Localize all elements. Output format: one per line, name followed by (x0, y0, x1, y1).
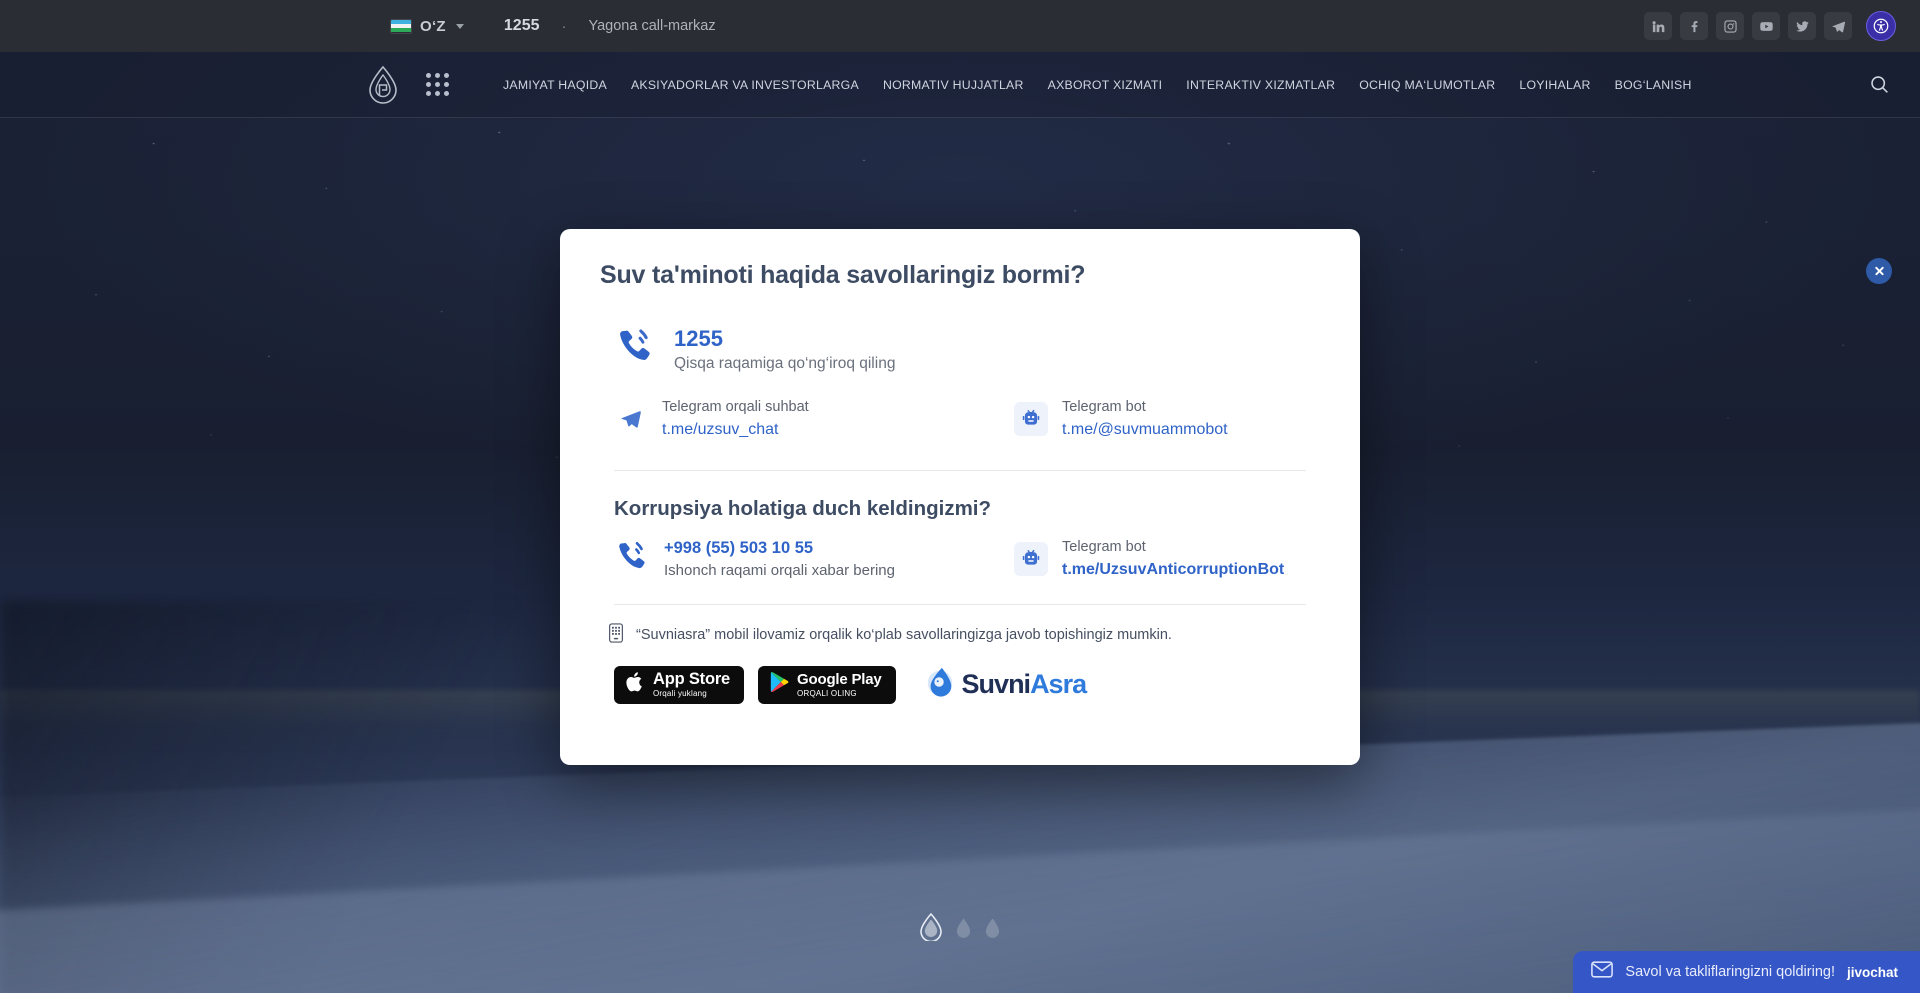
envelope-icon (1591, 961, 1614, 983)
chat-widget-brand: jivochat (1846, 964, 1898, 980)
corruption-phone-subtitle: Ishonch raqami orqali xabar bering (664, 562, 895, 580)
modal-divider-2 (614, 603, 1306, 605)
contact-row-label: Telegram orqali suhbat (662, 399, 809, 415)
hotline-number[interactable]: 1255 (674, 326, 895, 351)
corruption-phone-row[interactable]: +998 (55) 503 10 55 Ishonch raqami orqal… (614, 539, 1014, 580)
phone-ring-icon (614, 326, 656, 373)
app-store-label: App Store (653, 669, 731, 688)
app-store-badge[interactable]: App Store Orqali yuklang (614, 665, 745, 704)
brand-text-part2: Asra (1030, 669, 1087, 700)
google-play-icon (769, 671, 789, 698)
contact-row-link[interactable]: t.me/@suvmuammobot (1062, 420, 1228, 439)
contact-row-link[interactable]: t.me/uzsuv_chat (662, 420, 809, 439)
chat-widget-text: Savol va takliflaringizni qoldiring! (1625, 964, 1835, 980)
hotline-block: 1255 Qisqa raqamiga qo‘ng‘iroq qiling (600, 326, 1320, 373)
phone-ring-icon (614, 539, 650, 580)
modal-divider-1 (614, 469, 1306, 471)
telegram-bot-icon (1014, 542, 1048, 577)
contact-row-telegram-chat[interactable]: Telegram orqali suhbat t.me/uzsuv_chat (614, 399, 1014, 440)
chat-widget[interactable]: Savol va takliflaringizni qoldiring! jiv… (1573, 951, 1920, 993)
apple-icon (625, 671, 645, 698)
contact-row-label: Telegram bot (1062, 399, 1146, 415)
contact-rows: Telegram orqali suhbat t.me/uzsuv_chat T… (600, 399, 1320, 440)
store-badges: App Store Orqali yuklang Google Play ORQ… (614, 665, 1320, 704)
google-play-label: Google Play (797, 670, 882, 688)
app-store-sublabel: Orqali yuklang (653, 689, 707, 699)
contact-modal: Suv ta'minoti haqida savollaringiz bormi… (560, 229, 1360, 765)
modal-title: Suv ta'minoti haqida savollaringiz bormi… (600, 261, 1086, 289)
corruption-bot-link[interactable]: t.me/UzsuvAnticorruptionBot (1062, 560, 1284, 579)
google-play-sublabel: ORQALI OLING (797, 688, 857, 698)
mobile-app-note: “Suvniasra” mobil ilovamiz orqalik ko‘pl… (608, 622, 1320, 648)
water-drop-icon (924, 666, 956, 703)
brand-text: SuvniAsra (961, 669, 1088, 700)
contact-row-telegram-bot[interactable]: Telegram bot t.me/@suvmuammobot (1014, 399, 1228, 440)
corruption-bot-label: Telegram bot (1062, 538, 1146, 555)
telegram-send-icon (614, 402, 648, 436)
suvniasra-brand-logo[interactable]: SuvniAsra (924, 666, 1087, 703)
corruption-phone[interactable]: +998 (55) 503 10 55 (664, 539, 895, 558)
corruption-bot-row[interactable]: Telegram bot t.me/UzsuvAnticorruptionBot (1014, 539, 1284, 580)
corruption-rows: +998 (55) 503 10 55 Ishonch raqami orqal… (600, 539, 1320, 580)
hotline-subtitle: Qisqa raqamiga qo‘ng‘iroq qiling (674, 354, 896, 372)
mobile-app-note-text: “Suvniasra” mobil ilovamiz orqalik ko‘pl… (636, 627, 1172, 644)
page-root: O‘Z 1255 · Yagona call-markaz JAMIYAT HA… (0, 0, 1920, 993)
corruption-section-title: Korrupsiya holatiga duch keldingizmi? (614, 496, 992, 520)
brand-text-part1: Suvni (961, 669, 1032, 700)
mobile-phone-icon (608, 622, 624, 648)
google-play-badge[interactable]: Google Play ORQALI OLING (758, 665, 896, 704)
telegram-bot-icon (1014, 402, 1048, 437)
